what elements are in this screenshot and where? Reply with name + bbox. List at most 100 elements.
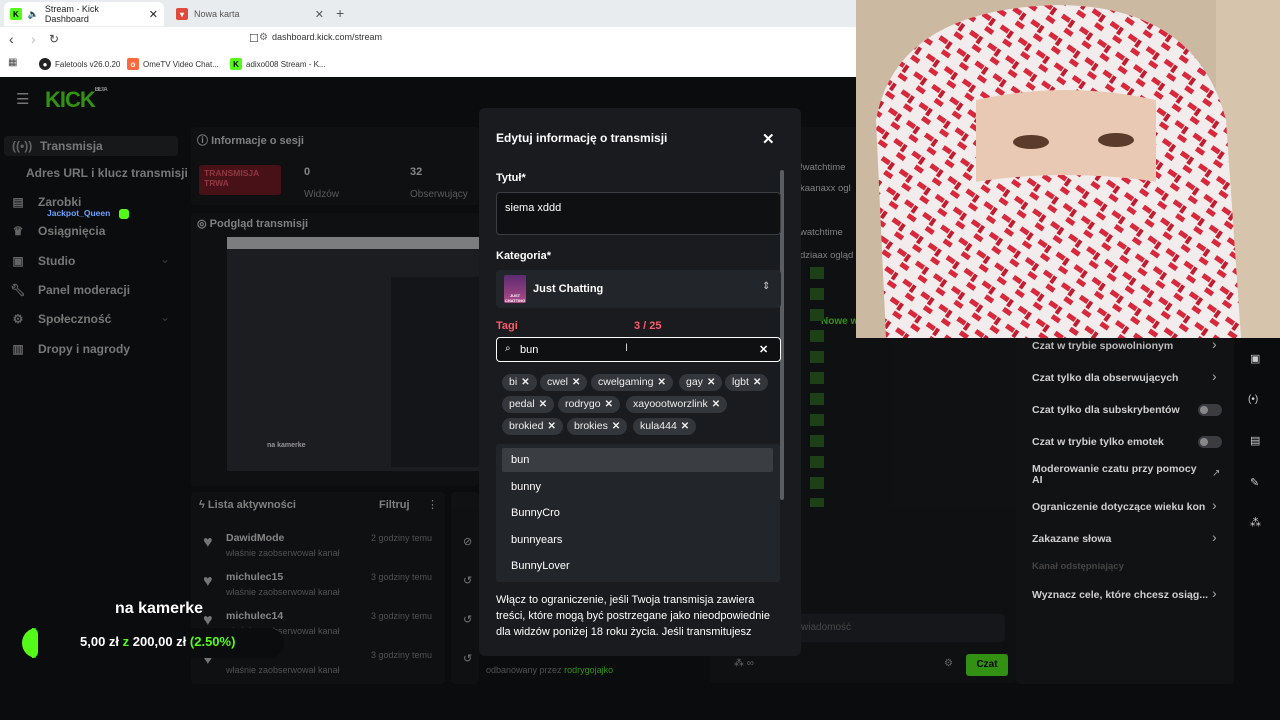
bookmark-adixo[interactable]: K adixo008 Stream - K... — [230, 58, 326, 70]
kick-logo[interactable]: KICKBETA — [45, 87, 108, 113]
url-field[interactable]: dashboard.kick.com/stream — [272, 32, 382, 42]
preview-browser-strip — [227, 237, 479, 249]
apps-grid-icon[interactable]: ▦ — [8, 57, 17, 68]
settings-gear-icon[interactable]: ⚙ — [944, 658, 953, 669]
tag-chip: cwel ✕ — [540, 374, 588, 391]
title-input[interactable]: siema xddd — [496, 192, 781, 235]
hamburger-menu-icon[interactable]: ☰ — [16, 90, 29, 108]
chevron-right-icon[interactable]: › — [1212, 336, 1217, 352]
remove-tag-icon[interactable]: ✕ — [572, 377, 580, 388]
chevron-right-icon[interactable]: › — [1212, 368, 1217, 384]
moderated-by-link[interactable]: rodrygojajko — [564, 665, 613, 675]
remove-tag-icon[interactable]: ✕ — [712, 399, 720, 410]
activity-time: 3 godziny temu — [371, 650, 433, 660]
bookmark-ometv[interactable]: o OmeTV Video Chat... — [127, 58, 219, 70]
back-icon[interactable]: ‹ — [9, 31, 14, 47]
remove-tag-icon[interactable]: ✕ — [681, 421, 689, 432]
sidebar-item-zarobki[interactable]: ▤ Zarobki — [10, 195, 81, 209]
activity-action: właśnie zaobserwował kanał — [226, 665, 340, 675]
remove-tag-icon[interactable]: ✕ — [521, 377, 529, 388]
tag-suggestion-option[interactable]: bunny — [502, 475, 773, 499]
sidebar-item-stream-url[interactable]: Adres URL i klucz transmisji — [26, 166, 188, 180]
forward-icon[interactable]: › — [31, 31, 36, 47]
category-select[interactable]: JUST CHATTING Just Chatting ⇕ — [496, 270, 781, 308]
close-tab-icon[interactable]: ✕ — [315, 8, 324, 21]
external-link-icon[interactable]: ↗ — [1212, 468, 1220, 479]
chevron-right-icon[interactable]: › — [1212, 497, 1217, 513]
remove-tag-icon[interactable]: ✕ — [539, 399, 547, 410]
remove-tag-icon[interactable]: ✕ — [605, 399, 613, 410]
logo-beta-badge: BETA — [94, 87, 108, 93]
setting-goals[interactable]: Wyznacz cele, które chcesz osiąg... — [1032, 589, 1208, 601]
tag-suggestion-option[interactable]: BunnyCro — [502, 501, 773, 525]
more-options-icon[interactable]: ⋮ — [427, 498, 438, 511]
setting-age-restriction[interactable]: Ograniczenie dotyczące wieku kon — [1032, 501, 1205, 513]
community-icon[interactable]: ⁂ — [1250, 516, 1261, 529]
subscribers-only-toggle[interactable] — [1198, 404, 1222, 416]
activity-username[interactable]: michulec15 — [226, 571, 283, 583]
remove-tag-icon[interactable]: ✕ — [753, 377, 761, 388]
remove-tag-icon[interactable]: ✕ — [547, 421, 555, 432]
tab-bar: K 🔈 Stream - Kick Dashboard ✕ ▾ Nowa kar… — [0, 0, 856, 27]
followers-count: 32 — [410, 166, 423, 178]
stream-preview-video[interactable]: na kamerke — [227, 237, 479, 471]
sidebar-item-dropy[interactable]: ▥ Dropy i nagrody — [10, 342, 130, 356]
tag-suggestion-option[interactable]: BunnyLover — [502, 554, 773, 578]
tag-suggestion-option[interactable]: bunnyears — [502, 528, 773, 552]
filter-button[interactable]: Filtruj — [379, 499, 410, 511]
broadcast-icon[interactable]: (•) — [1248, 394, 1258, 405]
new-tab-plus-icon[interactable]: + — [336, 5, 344, 21]
earnings-icon: ▤ — [12, 195, 24, 209]
bookmark-icon[interactable]: ☐ — [249, 32, 259, 45]
clear-search-icon[interactable]: ✕ — [759, 343, 768, 356]
chevron-down-icon[interactable]: ⌄ — [160, 310, 170, 324]
setting-banned-words[interactable]: Zakazane słowa — [1032, 533, 1111, 545]
layout-icon[interactable]: ▤ — [1250, 434, 1260, 447]
speaker-icon: 🔈 — [27, 8, 39, 19]
activity-username[interactable]: michulec14 — [226, 610, 283, 622]
live-badge: TRANSMISJA TRWA — [199, 165, 281, 195]
ometv-icon: o — [127, 58, 139, 70]
tag-chip: brokies ✕ — [567, 418, 628, 435]
activity-username[interactable]: DawidMode — [226, 532, 284, 544]
bookmark-label: OmeTV Video Chat... — [143, 59, 219, 69]
setting-followers-only[interactable]: Czat tylko dla obserwujących — [1032, 372, 1178, 384]
kick-badge-icon — [118, 208, 129, 219]
chat-bubble-icon[interactable]: ▣ — [1250, 352, 1260, 365]
chat-tools-icon[interactable]: ⁂ ∞ — [734, 658, 754, 669]
chat-input[interactable]: wiadomość — [795, 614, 1005, 642]
goal-progress-fill — [32, 628, 38, 658]
remove-tag-icon[interactable]: ✕ — [707, 377, 715, 388]
title-label: Tytuł* — [496, 172, 526, 184]
close-tab-icon[interactable]: ✕ — [149, 8, 158, 21]
chevron-right-icon[interactable]: › — [1212, 529, 1217, 545]
chat-send-button[interactable]: Czat — [966, 654, 1008, 676]
site-info-icon[interactable]: ⚙ — [259, 32, 268, 43]
sidebar-item-transmisja[interactable]: ((•)) Transmisja — [4, 136, 178, 156]
tag-search-input[interactable]: ⌕ bun I ✕ — [496, 337, 781, 362]
remove-tag-icon[interactable]: ✕ — [657, 377, 665, 388]
bookmark-faletools[interactable]: ● Faletools v26.0.20 — [39, 58, 120, 70]
tag-chip: brokied ✕ — [502, 418, 563, 435]
tab-kick-dashboard[interactable]: K 🔈 Stream - Kick Dashboard ✕ — [4, 2, 164, 26]
sidebar-item-osiagniecia[interactable]: ♛ Osiągnięcia — [10, 224, 106, 238]
tag-label: gay — [686, 376, 703, 388]
sidebar-item-studio[interactable]: ▣ Studio — [10, 254, 75, 268]
tag-label: cwel — [547, 376, 569, 388]
sidebar-item-spolecznosc[interactable]: ⚙ Społeczność — [10, 312, 112, 326]
remove-tag-icon[interactable]: ✕ — [612, 421, 620, 432]
new-messages-label[interactable]: Nowe w — [821, 316, 858, 327]
wrench-icon[interactable]: ✎ — [1250, 476, 1259, 489]
activity-action: właśnie zaobserwował kanał — [226, 587, 340, 597]
goal-percent: (2.50%) — [189, 634, 236, 649]
setting-ai-moderation[interactable]: Moderowanie czatu przy pomocy AI — [1032, 464, 1207, 486]
emote-only-toggle[interactable] — [1198, 436, 1222, 448]
sidebar-item-panel-moderacji[interactable]: 🔧︎ Panel moderacji — [10, 283, 130, 297]
setting-slow-mode[interactable]: Czat w trybie spowolnionym — [1032, 340, 1173, 352]
chevron-right-icon[interactable]: › — [1212, 585, 1217, 601]
tab-new-tab[interactable]: ▾ Nowa karta ✕ — [170, 2, 330, 26]
tag-suggestion-option[interactable]: bun — [502, 448, 773, 472]
close-modal-button[interactable]: ✕ — [762, 130, 775, 148]
chevron-down-icon[interactable]: ⌄ — [160, 252, 170, 266]
reload-icon[interactable]: ↻ — [49, 32, 59, 46]
